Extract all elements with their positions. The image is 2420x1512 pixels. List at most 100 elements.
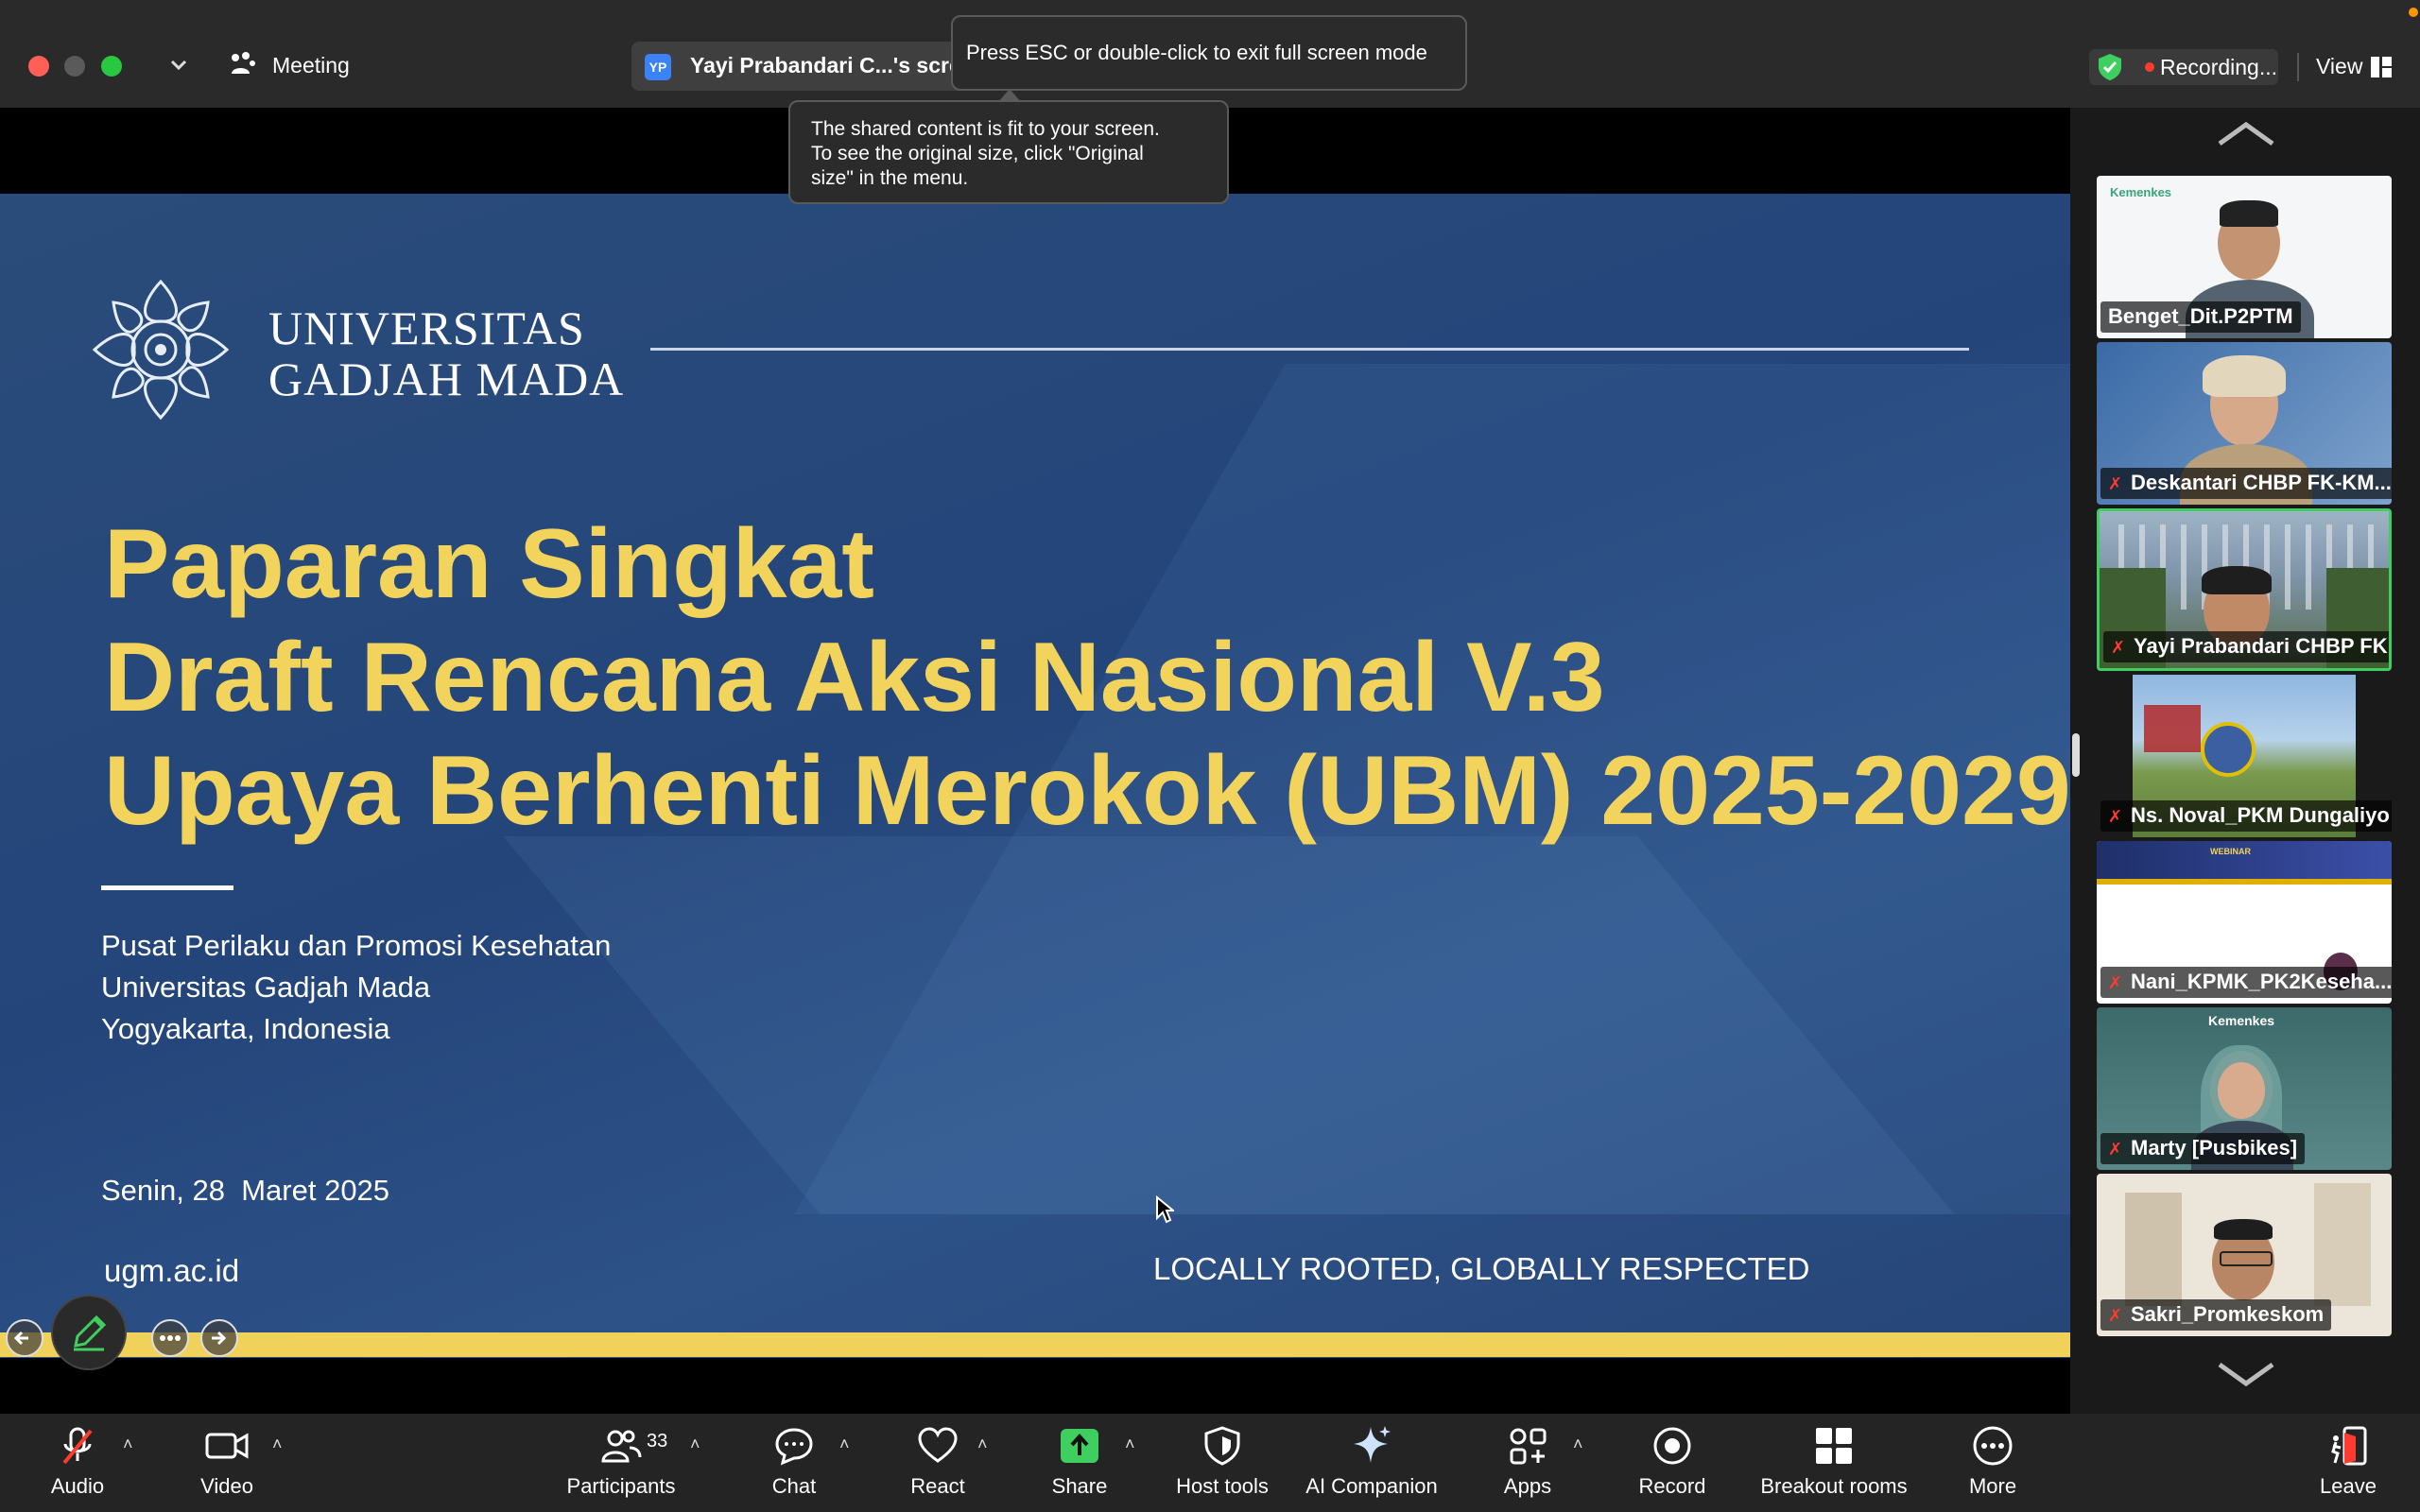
slide-title-line2: Draft Rencana Aksi Nasional V.3 <box>104 623 1605 732</box>
paw-icon <box>227 49 257 84</box>
sidebar-resize-handle[interactable] <box>2072 733 2080 777</box>
apps-icon <box>1510 1428 1547 1465</box>
breakout-rooms-label: Breakout rooms <box>1760 1474 1908 1498</box>
fit-tooltip-line2: To see the original size, click "Origina… <box>811 143 1144 164</box>
chevron-up-icon <box>2218 121 2274 146</box>
previous-slide-button[interactable] <box>6 1319 43 1357</box>
leave-label: Leave <box>2320 1474 2377 1498</box>
share-button[interactable]: Share <box>1042 1418 1117 1508</box>
annotate-button[interactable] <box>51 1295 127 1370</box>
org-line2: Universitas Gadjah Mada <box>101 971 431 1004</box>
participant-tile[interactable]: Kemenkes ✗ Marty [Pusbikes] <box>2097 1007 2392 1170</box>
recording-dot-icon <box>2145 62 2154 72</box>
participant-tile[interactable]: ✗ Ns. Noval_PKM Dungaliyo <box>2097 675 2392 837</box>
divider <box>2297 53 2299 81</box>
participant-tile[interactable]: WEBINAR ✗ Nani_KPMK_PK2Keseha... <box>2097 841 2392 1004</box>
host-tools-label: Host tools <box>1176 1474 1269 1498</box>
arrow-left-icon <box>13 1331 28 1346</box>
fullscreen-tooltip: Press ESC or double-click to exit full s… <box>951 15 1467 91</box>
apps-options-caret-icon[interactable]: ˄ <box>1573 1435 1583 1454</box>
grid-view-icon[interactable] <box>2371 57 2392 82</box>
slide-more-button[interactable] <box>151 1319 189 1357</box>
mouse-cursor-icon <box>1155 1194 1176 1228</box>
notification-dot <box>2409 8 2418 17</box>
scroll-down-button[interactable] <box>2216 1361 2276 1394</box>
share-label: Share <box>1051 1474 1108 1498</box>
leave-icon <box>2331 1426 2367 1466</box>
video-button[interactable]: Video <box>185 1418 268 1508</box>
slide-title-line1: Paparan Singkat <box>104 509 874 619</box>
ugm-logo <box>87 276 234 428</box>
more-button[interactable]: More <box>1955 1418 2031 1508</box>
participants-label: Participants <box>566 1474 676 1498</box>
share-tab[interactable]: YP Yayi Prabandari C...'s scree <box>631 42 972 91</box>
video-camera-icon <box>205 1433 249 1459</box>
react-label: React <box>910 1474 965 1498</box>
muted-mic-icon: ✗ <box>2108 973 2123 992</box>
webinar-text: WEBINAR <box>2210 847 2251 856</box>
university-name-line2: GADJAH MADA <box>268 352 625 405</box>
participant-tile[interactable]: ✗ Sakri_Promkeskom <box>2097 1174 2392 1336</box>
org-line3: Yogyakarta, Indonesia <box>101 1012 390 1045</box>
participant-name: Yayi Prabandari CHBP FK K... <box>2134 634 2389 658</box>
slide-title-line3: Upaya Berhenti Merokok (UBM) 2025-2029 <box>104 736 2071 846</box>
chevron-down-icon[interactable] <box>168 55 189 80</box>
close-window-button[interactable] <box>28 56 49 77</box>
share-options-caret-icon[interactable]: ˄ <box>1125 1435 1135 1454</box>
leave-button[interactable]: Leave <box>2310 1418 2386 1508</box>
breakout-rooms-button[interactable]: Breakout rooms <box>1751 1418 1917 1508</box>
slide-date: Senin, 28 Maret 2025 <box>101 1174 390 1207</box>
participant-name: Marty [Pusbikes] <box>2131 1136 2298 1160</box>
muted-mic-icon: ✗ <box>2108 474 2123 493</box>
react-button[interactable]: React <box>898 1418 977 1508</box>
audio-button[interactable]: Audio <box>34 1418 121 1508</box>
fit-tooltip-line3: size" in the menu. <box>811 167 969 189</box>
participant-name: Sakri_Promkeskom <box>2131 1302 2325 1326</box>
fit-tooltip-line1: The shared content is fit to your screen… <box>811 118 1160 140</box>
tooltip-arrow <box>998 89 1021 102</box>
ai-companion-button[interactable]: AI Companion <box>1301 1418 1443 1508</box>
chat-button[interactable]: Chat <box>756 1418 832 1508</box>
fullscreen-tooltip-text: Press ESC or double-click to exit full s… <box>966 41 1427 64</box>
record-icon <box>1653 1427 1691 1465</box>
muted-mic-icon: ✗ <box>2111 638 2126 657</box>
participant-name: Nani_KPMK_PK2Keseha... <box>2131 970 2392 993</box>
scroll-up-button[interactable] <box>2216 119 2276 152</box>
header-rule <box>650 348 1969 351</box>
next-slide-button[interactable] <box>200 1319 238 1357</box>
participant-name: Ns. Noval_PKM Dungaliyo <box>2131 803 2390 827</box>
microphone-muted-icon <box>62 1427 93 1465</box>
fit-screen-tooltip: The shared content is fit to your screen… <box>788 100 1229 204</box>
react-options-caret-icon[interactable]: ˄ <box>977 1435 988 1454</box>
view-button[interactable]: View <box>2316 54 2362 79</box>
arrow-right-icon <box>212 1331 227 1346</box>
meeting-label[interactable]: Meeting <box>272 53 350 78</box>
minimize-window-button[interactable] <box>64 56 85 77</box>
participants-options-caret-icon[interactable]: ˄ <box>690 1435 700 1454</box>
ellipsis-icon <box>160 1335 181 1341</box>
chat-label: Chat <box>771 1474 817 1498</box>
breakout-rooms-icon <box>1816 1428 1852 1464</box>
host-tools-button[interactable]: Host tools <box>1167 1418 1278 1508</box>
university-name-line1: UNIVERSITAS <box>268 301 585 354</box>
share-tab-label: Yayi Prabandari C...'s scree <box>690 53 972 77</box>
more-icon <box>1973 1426 2013 1466</box>
record-button[interactable]: Record <box>1630 1418 1715 1508</box>
participant-count: 33 <box>647 1431 668 1452</box>
participant-tile[interactable]: ✗ Deskantari CHBP FK-KM... <box>2097 342 2392 505</box>
chevron-down-icon <box>2218 1362 2274 1387</box>
apps-button[interactable]: Apps <box>1484 1418 1571 1508</box>
participant-name: Benget_Dit.P2PTM <box>2100 301 2301 333</box>
apps-label: Apps <box>1503 1474 1552 1498</box>
audio-label: Audio <box>50 1474 105 1498</box>
audio-options-caret-icon[interactable]: ˄ <box>123 1435 133 1454</box>
chat-options-caret-icon[interactable]: ˄ <box>839 1435 850 1454</box>
participant-tile[interactable]: Kemenkes Benget_Dit.P2PTM <box>2097 176 2392 338</box>
participant-name: Deskantari CHBP FK-KM... <box>2131 471 2392 494</box>
active-speaker-tile[interactable]: ✗ Yayi Prabandari CHBP FK K... <box>2097 508 2392 671</box>
title-underline <box>101 885 233 890</box>
maximize-window-button[interactable] <box>101 56 122 77</box>
kemenkes-logo-text: Kemenkes <box>2208 1013 2275 1028</box>
more-label: More <box>1968 1474 2017 1498</box>
video-options-caret-icon[interactable]: ˄ <box>272 1435 283 1454</box>
